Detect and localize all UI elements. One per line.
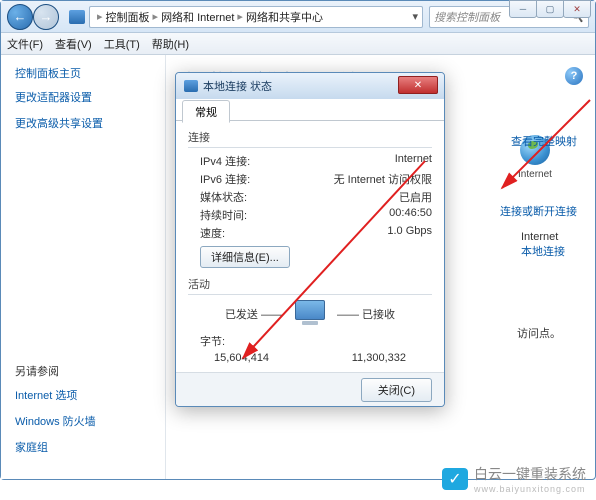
menu-bar: 文件(F) 查看(V) 工具(T) 帮助(H) (1, 33, 595, 55)
menu-tools[interactable]: 工具(T) (104, 36, 140, 52)
connect-or-disconnect-link[interactable]: 连接或断开连接 (500, 203, 577, 219)
close-dialog-button[interactable]: 关闭(C) (361, 378, 432, 402)
dialog-close-button[interactable]: ✕ (398, 76, 438, 94)
status-dialog: 本地连接 状态 ✕ 常规 连接 IPv4 连接: Internet IPv6 连接… (175, 72, 445, 407)
activity-section-header: 活动 (188, 276, 432, 292)
sidebar-home[interactable]: 控制面板主页 (15, 65, 165, 81)
duration-value: 00:46:50 (389, 207, 432, 223)
minimize-button[interactable]: ─ (509, 0, 537, 18)
sidebar-see-also: 另请参阅 Internet 选项 Windows 防火墙 家庭组 (15, 363, 96, 465)
sidebar: 控制面板主页 更改适配器设置 更改高级共享设置 另请参阅 Internet 选项… (1, 55, 166, 479)
sidebar-advanced-sharing[interactable]: 更改高级共享设置 (15, 115, 165, 131)
dialog-titlebar[interactable]: 本地连接 状态 ✕ (176, 73, 444, 99)
back-button[interactable]: ← (7, 4, 33, 30)
internet-label: Internet (515, 169, 555, 180)
bytes-sent-value: 15,604,414 (214, 352, 269, 364)
breadcrumb-item[interactable]: 控制面板 (106, 9, 150, 25)
duration-label: 持续时间: (200, 207, 247, 223)
connect-disconnect-wrap: 连接或断开连接 (500, 203, 577, 219)
chevron-right-icon: ▸ (97, 10, 103, 23)
bytes-label: 字节: (200, 333, 225, 349)
forward-button[interactable]: → (33, 4, 59, 30)
chevron-right-icon: ▸ (153, 10, 159, 23)
computer-icon (293, 300, 327, 328)
duration-row: 持续时间: 00:46:50 (188, 207, 432, 223)
window-controls: ─ ▢ ✕ (510, 0, 591, 18)
dialog-title: 本地连接 状态 (203, 78, 272, 94)
ipv6-label: IPv6 连接: (200, 171, 250, 187)
received-label: —— 已接收 (337, 306, 395, 322)
view-full-map-link[interactable]: 查看完整映射 (511, 133, 577, 149)
access-type-section: Internet 本地连接 (521, 231, 565, 259)
nav-buttons: ← → (7, 4, 59, 30)
see-also-header: 另请参阅 (15, 363, 96, 379)
sent-label: 已发送 —— (225, 306, 283, 322)
media-label: 媒体状态: (200, 189, 247, 205)
chevron-down-icon[interactable]: ▾ (412, 10, 418, 23)
connection-section-header: 连接 (188, 129, 432, 145)
tab-general[interactable]: 常规 (182, 100, 230, 123)
menu-file[interactable]: 文件(F) (7, 36, 43, 52)
menu-help[interactable]: 帮助(H) (152, 36, 189, 52)
maximize-button[interactable]: ▢ (536, 0, 564, 18)
media-row: 媒体状态: 已启用 (188, 189, 432, 205)
details-button[interactable]: 详细信息(E)... (200, 246, 290, 268)
watermark-url: www.baiyunxitong.com (474, 484, 586, 494)
speed-row: 速度: 1.0 Gbps (188, 225, 432, 241)
ipv4-value: Internet (395, 153, 432, 169)
dialog-footer: 关闭(C) (176, 372, 444, 406)
tab-strip: 常规 (176, 99, 444, 121)
divider (188, 294, 432, 295)
network-icon (184, 80, 198, 92)
ipv4-label: IPv4 连接: (200, 153, 250, 169)
close-button[interactable]: ✕ (563, 0, 591, 18)
search-placeholder: 搜索控制面板 (434, 9, 500, 25)
local-connection-link[interactable]: 本地连接 (521, 243, 565, 259)
speed-label: 速度: (200, 225, 225, 241)
watermark-brand: 白云一键重装系统 (474, 466, 586, 482)
breadcrumb[interactable]: ▸ 控制面板 ▸ 网络和 Internet ▸ 网络和共享中心 ▾ (89, 6, 423, 28)
sidebar-windows-firewall[interactable]: Windows 防火墙 (15, 413, 96, 429)
breadcrumb-item[interactable]: 网络和共享中心 (246, 9, 323, 25)
speed-value: 1.0 Gbps (387, 225, 432, 241)
full-map-link-wrap: 查看完整映射 (511, 133, 577, 149)
breadcrumb-item[interactable]: 网络和 Internet (161, 9, 234, 25)
watermark: ✓ 白云一键重装系统 www.baiyunxitong.com (442, 464, 586, 494)
ipv4-row: IPv4 连接: Internet (188, 153, 432, 169)
access-point-text: 访问点。 (517, 325, 561, 341)
sidebar-adapter-settings[interactable]: 更改适配器设置 (15, 89, 165, 105)
watermark-logo-icon: ✓ (442, 468, 468, 490)
titlebar: ← → ▸ 控制面板 ▸ 网络和 Internet ▸ 网络和共享中心 ▾ 搜索… (1, 1, 595, 33)
ipv6-row: IPv6 连接: 无 Internet 访问权限 (188, 171, 432, 187)
help-icon[interactable]: ? (565, 67, 583, 85)
ipv6-value: 无 Internet 访问权限 (334, 171, 432, 187)
bytes-recv-value: 11,300,332 (352, 352, 406, 364)
sidebar-homegroup[interactable]: 家庭组 (15, 439, 96, 455)
activity-block: 已发送 —— —— 已接收 字节: 15,604,414 11,300,332 (188, 300, 432, 364)
dialog-body: 连接 IPv4 连接: Internet IPv6 连接: 无 Internet 访… (176, 121, 444, 372)
chevron-right-icon: ▸ (237, 10, 243, 23)
control-panel-icon (69, 10, 85, 24)
sidebar-internet-options[interactable]: Internet 选项 (15, 387, 96, 403)
media-value: 已启用 (399, 189, 432, 205)
access-type-value: Internet (521, 231, 565, 243)
divider (188, 147, 432, 148)
menu-view[interactable]: 查看(V) (55, 36, 92, 52)
